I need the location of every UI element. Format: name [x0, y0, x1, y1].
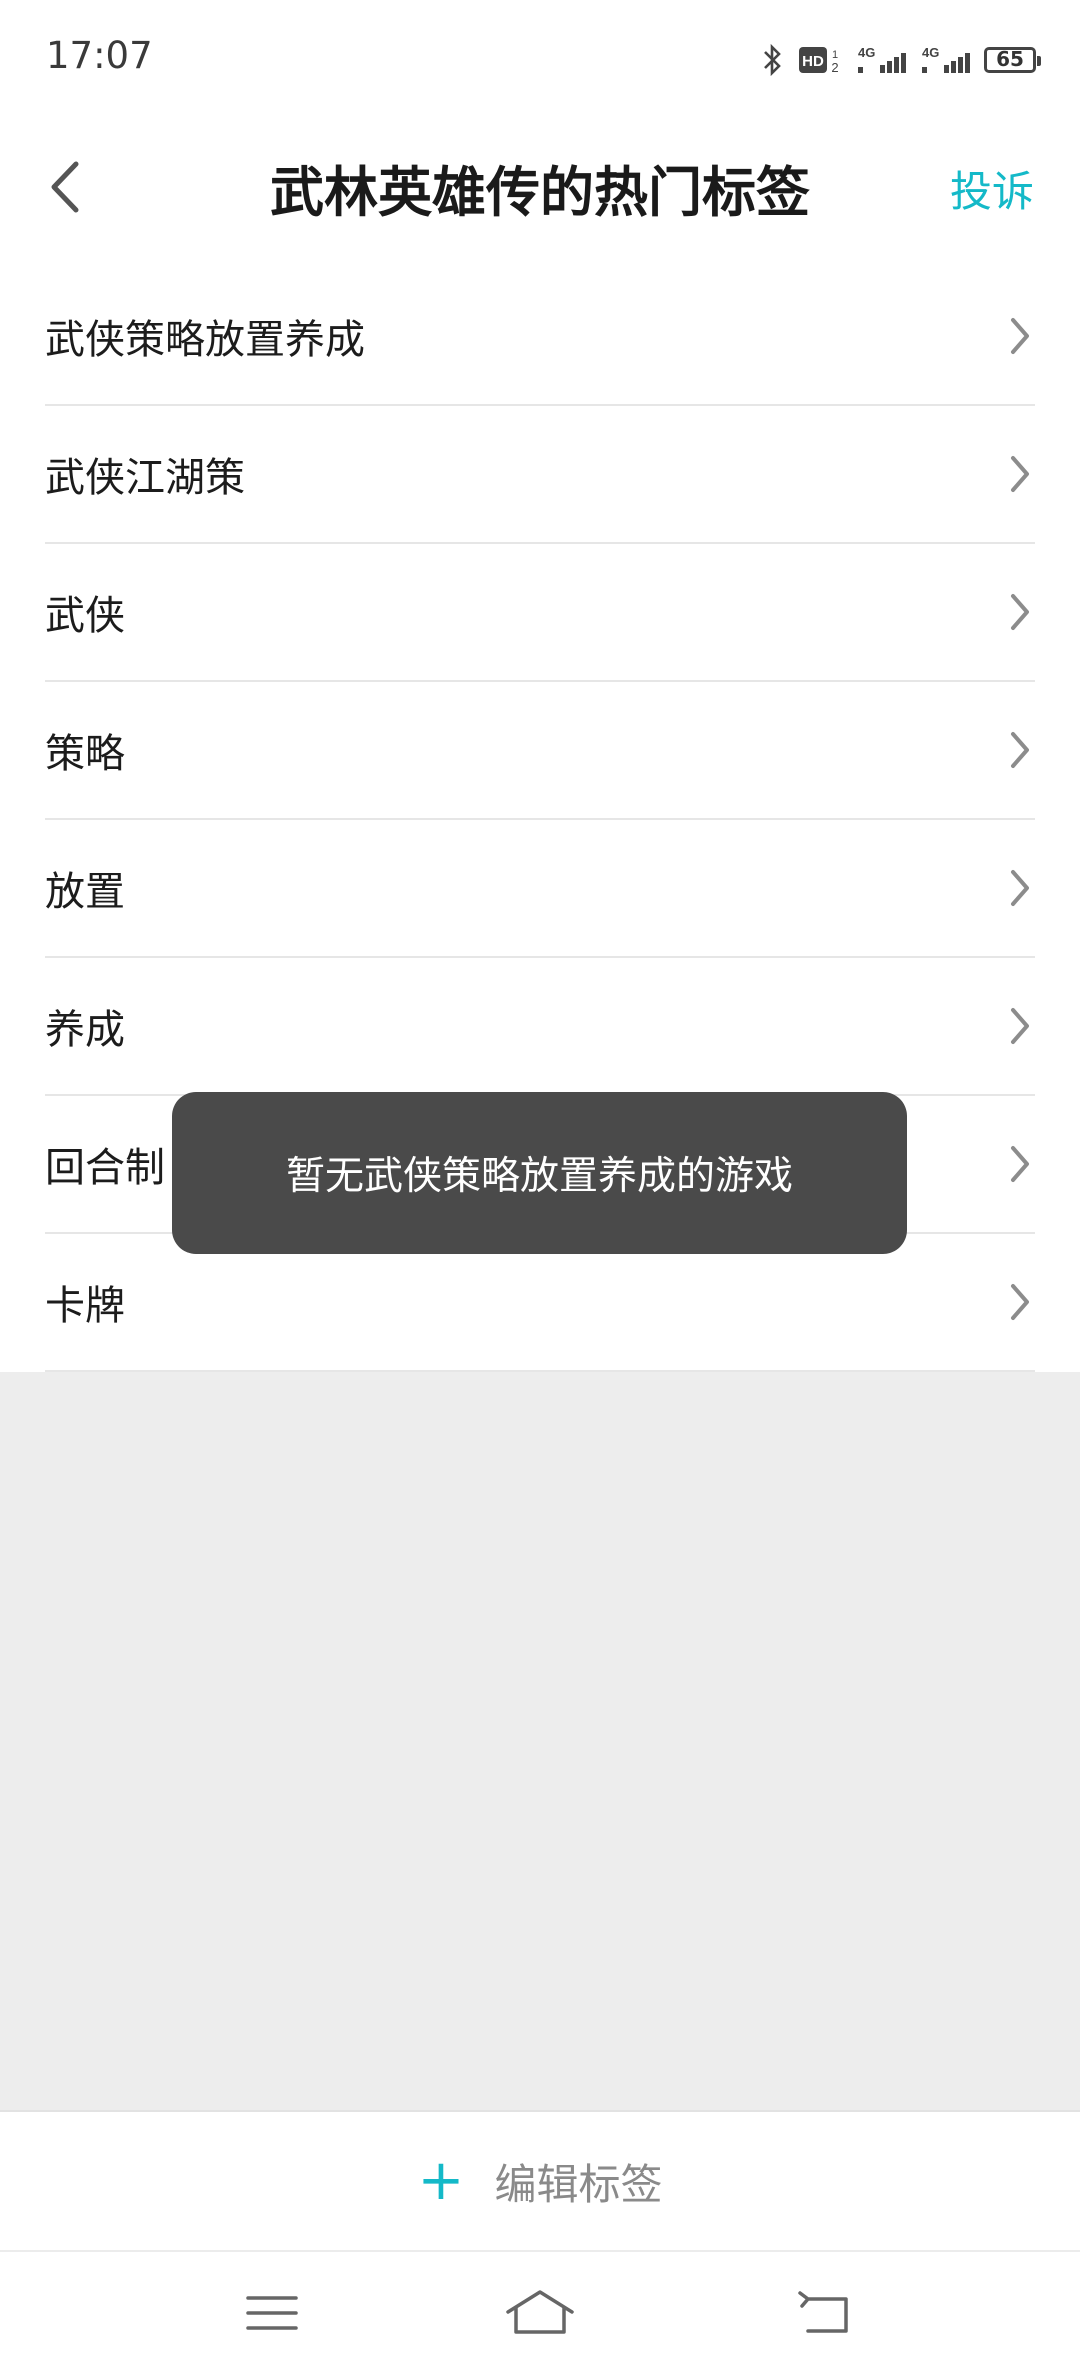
svg-text:2: 2 [831, 60, 838, 75]
list-item[interactable]: 武侠江湖策 [45, 406, 1035, 544]
battery-icon: 65 [984, 47, 1041, 73]
chevron-right-icon [1005, 590, 1035, 634]
signal-4g-icon: 4G [920, 43, 970, 77]
list-item[interactable]: 卡牌 [45, 1234, 1035, 1372]
toast-message: 暂无武侠策略放置养成的游戏 [285, 1154, 793, 1199]
chevron-right-icon [1005, 1004, 1035, 1048]
battery-level: 65 [996, 47, 1024, 71]
tag-label: 养成 [45, 1007, 125, 1053]
status-bar: 17:07 HD 1 2 4G 4G 65 [0, 0, 1080, 118]
system-nav-bar [0, 2250, 1080, 2376]
home-icon [504, 2288, 576, 2342]
back-icon [796, 2291, 852, 2339]
signal-4g-icon: 4G [856, 43, 906, 77]
svg-text:4G: 4G [922, 45, 939, 60]
tag-label: 放置 [45, 869, 125, 915]
list-item[interactable]: 武侠 [45, 544, 1035, 682]
plus-icon: + [417, 2148, 465, 2213]
tag-label: 武侠江湖策 [45, 455, 245, 501]
list-item[interactable]: 策略 [45, 682, 1035, 820]
header: 武林英雄传的热门标签 投诉 [0, 118, 1080, 268]
back-button[interactable] [40, 154, 90, 224]
tag-label: 武侠 [45, 593, 125, 639]
menu-icon [246, 2293, 298, 2337]
edit-tags-button[interactable]: + 编辑标签 [0, 2110, 1080, 2250]
edit-tags-label: 编辑标签 [494, 2159, 663, 2209]
screen: 17:07 HD 1 2 4G 4G 65 武林英雄传的热门标签 投诉 武侠策略… [0, 0, 1080, 2376]
chevron-right-icon [1005, 1142, 1035, 1186]
list-item[interactable]: 武侠策略放置养成 [45, 268, 1035, 406]
status-time: 17:07 [46, 34, 153, 77]
list-item[interactable]: 放置 [45, 820, 1035, 958]
page-title: 武林英雄传的热门标签 [270, 161, 810, 224]
chevron-right-icon [1005, 314, 1035, 358]
tag-label: 卡牌 [45, 1283, 125, 1329]
tag-label: 武侠策略放置养成 [45, 317, 365, 363]
status-icons: HD 1 2 4G 4G 65 [762, 40, 1041, 80]
list-item[interactable]: 养成 [45, 958, 1035, 1096]
chevron-right-icon [1005, 452, 1035, 496]
nav-menu-button[interactable] [232, 2280, 312, 2350]
svg-text:4G: 4G [858, 45, 875, 60]
nav-home-button[interactable] [500, 2280, 580, 2350]
report-button[interactable]: 投诉 [950, 158, 1034, 219]
nav-back-button[interactable] [784, 2280, 864, 2350]
tag-label: 策略 [45, 731, 125, 777]
chevron-left-icon [48, 160, 82, 218]
hd-icon: HD 1 2 [798, 44, 842, 76]
chevron-right-icon [1005, 728, 1035, 772]
svg-text:HD: HD [802, 53, 824, 70]
bluetooth-icon [762, 43, 784, 77]
chevron-right-icon [1005, 1280, 1035, 1324]
tag-label: 回合制 [45, 1145, 165, 1191]
toast: 暂无武侠策略放置养成的游戏 [172, 1092, 907, 1254]
chevron-right-icon [1005, 866, 1035, 910]
